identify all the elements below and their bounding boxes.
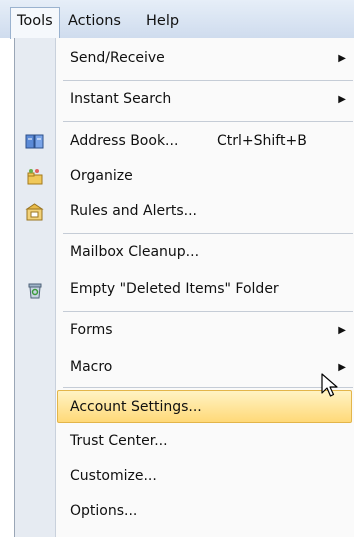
- menu-item-label: Instant Search: [70, 91, 172, 107]
- menu-item-options[interactable]: Options...: [15, 495, 354, 528]
- menu-separator: [63, 311, 353, 312]
- address-book-icon: [25, 134, 44, 149]
- menu-separator: [63, 387, 353, 388]
- menu-item-label: Account Settings...: [70, 399, 202, 415]
- organize-icon: [27, 169, 43, 185]
- menu-item-rules-and-alerts[interactable]: Rules and Alerts...: [15, 195, 354, 228]
- menu-item-organize[interactable]: Organize: [15, 160, 354, 193]
- menu-item-account-settings[interactable]: Account Settings...: [57, 390, 352, 423]
- menu-item-macro[interactable]: Macro ▶: [15, 351, 354, 384]
- menu-item-forms[interactable]: Forms ▶: [15, 314, 354, 347]
- rules-alerts-icon: [25, 203, 44, 221]
- menu-item-label: Address Book...: [70, 133, 179, 149]
- menu-separator: [63, 121, 353, 122]
- trash-can-icon: [28, 283, 42, 299]
- mouse-pointer-icon: [321, 373, 338, 397]
- menu-actions-label: Actions: [68, 13, 121, 29]
- menu-tools[interactable]: Tools: [10, 7, 60, 39]
- menu-separator: [63, 80, 353, 81]
- menu-item-label: Trust Center...: [70, 433, 168, 449]
- menu-help[interactable]: Help: [140, 8, 185, 34]
- menu-item-send-receive[interactable]: Send/Receive ▶: [15, 42, 354, 75]
- shortcut-label: Ctrl+Shift+B: [217, 133, 307, 149]
- menu-item-label: Organize: [70, 168, 133, 184]
- menu-item-label: Options...: [70, 503, 138, 519]
- menu-item-trust-center[interactable]: Trust Center...: [15, 425, 354, 458]
- menu-item-instant-search[interactable]: Instant Search ▶: [15, 83, 354, 116]
- menu-actions[interactable]: Actions: [62, 8, 127, 34]
- menu-item-label: Customize...: [70, 468, 157, 484]
- menu-item-empty-deleted-items[interactable]: Empty "Deleted Items" Folder: [15, 273, 354, 306]
- chevron-right-icon: ▶: [338, 325, 346, 336]
- menu-tools-label: Tools: [17, 13, 53, 29]
- menu-item-label: Send/Receive: [70, 50, 165, 66]
- tools-dropdown-menu: Send/Receive ▶ Instant Search ▶ Address …: [14, 38, 354, 537]
- menu-item-address-book[interactable]: Address Book... Ctrl+Shift+B: [15, 125, 354, 158]
- menu-help-label: Help: [146, 13, 180, 29]
- menu-item-label: Empty "Deleted Items" Folder: [70, 281, 279, 297]
- chevron-right-icon: ▶: [338, 94, 346, 105]
- menu-item-label: Mailbox Cleanup...: [70, 244, 200, 260]
- menu-item-label: Macro: [70, 359, 113, 375]
- menu-item-label: Forms: [70, 322, 113, 338]
- menu-item-customize[interactable]: Customize...: [15, 460, 354, 493]
- menu-item-label: Rules and Alerts...: [70, 203, 197, 219]
- chevron-right-icon: ▶: [338, 362, 346, 373]
- menu-separator: [63, 233, 353, 234]
- chevron-right-icon: ▶: [338, 53, 346, 64]
- menu-bar: Tools Actions Help: [0, 0, 354, 39]
- menu-item-mailbox-cleanup[interactable]: Mailbox Cleanup...: [15, 236, 354, 269]
